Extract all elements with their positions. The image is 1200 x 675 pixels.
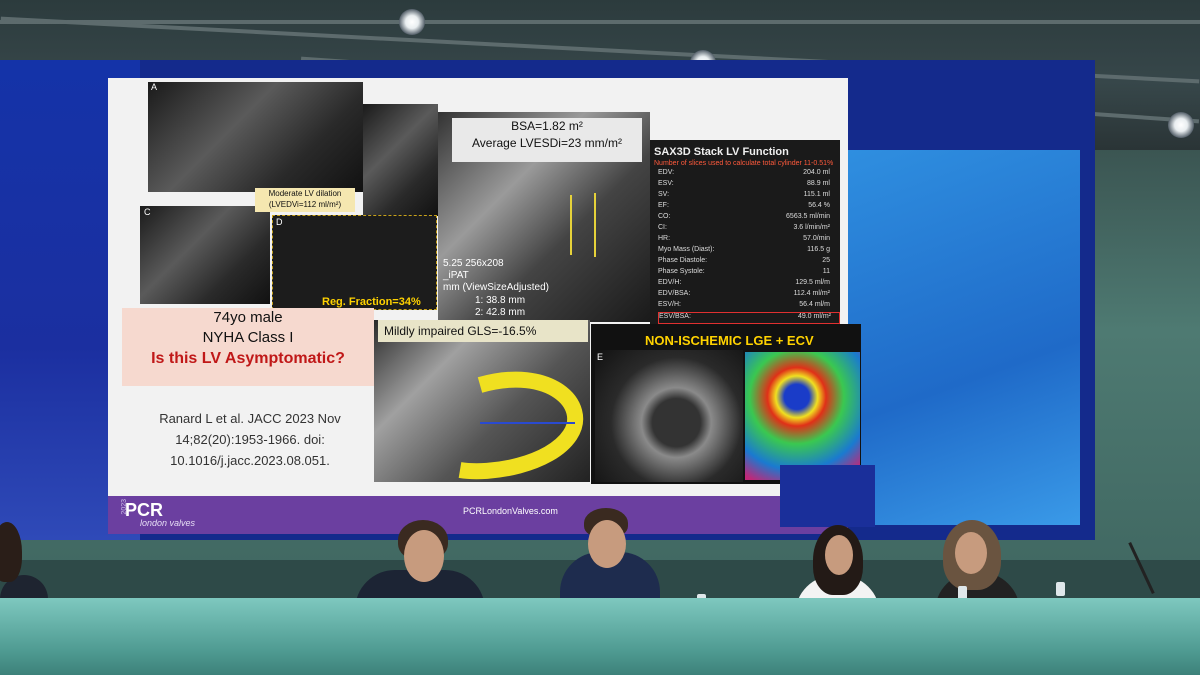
moderate-line-1: Moderate LV dilation [268,189,342,198]
sax-row-label: CO: [658,213,671,220]
sax-row-label: HR: [658,235,671,242]
sax-row: EDV/BSA: 112.4 ml/m² [658,290,838,300]
sax-row-value: 115.1 ml [803,191,830,198]
moderate-line-2: (LVEDVi=112 ml/m²) [268,200,342,209]
sax-row-value: 204.0 ml [803,169,830,176]
stage-light [1168,112,1194,138]
sax-row: ESV/BSA: 49.0 ml/m² [658,312,840,324]
mri-text: mm (ViewSizeAdjusted) [443,282,549,293]
bsa-line-1: BSA=1.82 m² [511,119,583,133]
sax-row-value: 49.0 ml/m² [797,313,831,320]
panel-desk [0,598,1200,675]
sax-row-label: EF: [658,202,669,209]
sax-row-label: Myo Mass (Diast): [658,246,715,253]
sax-row-label: EDV/H: [658,279,682,286]
panelist-2-head [404,530,444,582]
sax-row-label: Phase Diastole: [658,257,708,264]
lge-image [595,350,743,482]
panel-letter-e: E [597,352,604,362]
patient-question: Is this LV Asymptomatic? [151,350,345,367]
screen-right-graphic [840,150,1080,525]
sax-row-value: 56.4 ml/m [799,301,830,308]
mri-text: 5.25 256x208 [443,258,504,269]
strain-curve [458,371,584,480]
sax-row: EDV: 204.0 ml [658,169,838,179]
measure-2: 2: 42.8 mm [475,307,526,318]
patient-info-box: 74yo male NYHA Class I Is this LV Asympt… [122,308,374,386]
reg-fraction-label: Reg. Fraction=34% [322,296,421,308]
sax-row-label: ESV: [658,180,674,187]
sax-row: SV: 115.1 ml [658,191,838,201]
sax-row: EF: 56.4 % [658,202,838,212]
sax-row-label: SV: [658,191,670,198]
mri-text: _iPAT [443,270,469,281]
measure-1: 1: 38.8 mm [475,295,526,306]
water-bottle [1056,582,1065,596]
sax-row: Phase Diastole: 25 [658,257,838,267]
sax-row-value: 57.0/min [803,235,830,242]
sax-row-label: EDV: [658,169,675,176]
sax-row: EDV/H: 129.5 ml/m [658,279,838,289]
bsa-label: BSA=1.82 m² Average LVESDi=23 mm/m² [452,118,642,162]
sax-row-value: 6563.5 ml/min [786,213,830,220]
stage-light [399,9,425,35]
moderate-dilation-label: Moderate LV dilation (LVEDVi=112 ml/m²) [255,188,355,212]
gls-label: Mildly impaired GLS=-16.5% [378,320,588,342]
panel-letter-d: D [276,217,283,227]
panel-letter-a: A [151,82,158,92]
sax-row-label: ESV/H: [658,301,681,308]
panelist-4-head [825,535,853,575]
measure-line-1 [570,195,572,255]
patient-nyha: NYHA Class I [202,329,294,346]
sax-row: HR: 57.0/min [658,235,838,245]
sax-row-value: 116.5 g [807,246,830,253]
sax-row-label: EDV/BSA: [658,290,691,297]
mri-short-axis-panel [140,206,270,304]
sax-row-label: Phase Systole: [658,268,705,275]
panelist-5-head [955,532,987,574]
patient-age: 74yo male [213,309,283,326]
sax-row-value: 25 [822,257,830,264]
sax-row-value: 88.9 ml [807,180,830,187]
sax-row-value: 3.6 l/min/m² [793,224,830,231]
sax-row: ESV: 88.9 ml [658,180,838,190]
sax-row-label: CI: [658,224,667,231]
sax-row-value: 56.4 % [808,202,830,209]
pcr-url: PCRLondonValves.com [463,506,558,516]
sax-row: Phase Systole: 11 [658,268,838,278]
lge-title: NON-ISCHEMIC LGE + ECV [645,333,814,348]
screen-corner-graphic [780,465,875,527]
ecv-map-image [745,352,860,480]
panelist-3-head [588,520,626,568]
sax-row: CO: 6563.5 ml/min [658,213,838,223]
measure-line-2 [594,193,596,257]
strain-overlay [458,371,584,480]
sax-row: Myo Mass (Diast): 116.5 g [658,246,838,256]
citation: Ranard L et al. JACC 2023 Nov 14;82(20):… [159,411,341,468]
bsa-line-2: Average LVESDi=23 mm/m² [472,136,622,150]
mri-long-axis-panel [363,104,438,216]
panel-letter-c: C [144,207,151,217]
sax-subtitle: Number of slices used to calculate total… [654,160,834,167]
pcr-logo-subtitle: london valves [140,518,196,528]
sax-row-label: ESV/BSA: [659,313,691,320]
sax-row-value: 11 [822,268,830,275]
mri-grid-panel [148,82,363,192]
sax-row: CI: 3.6 l/min/m² [658,224,838,234]
sax-row-value: 112.4 ml/m² [793,290,830,297]
sax-title: SAX3D Stack LV Function [654,146,789,158]
sax-row-value: 129.5 ml/m [795,279,830,286]
ceiling-truss [0,20,1200,24]
sax-row: ESV/H: 56.4 ml/m [658,301,838,311]
